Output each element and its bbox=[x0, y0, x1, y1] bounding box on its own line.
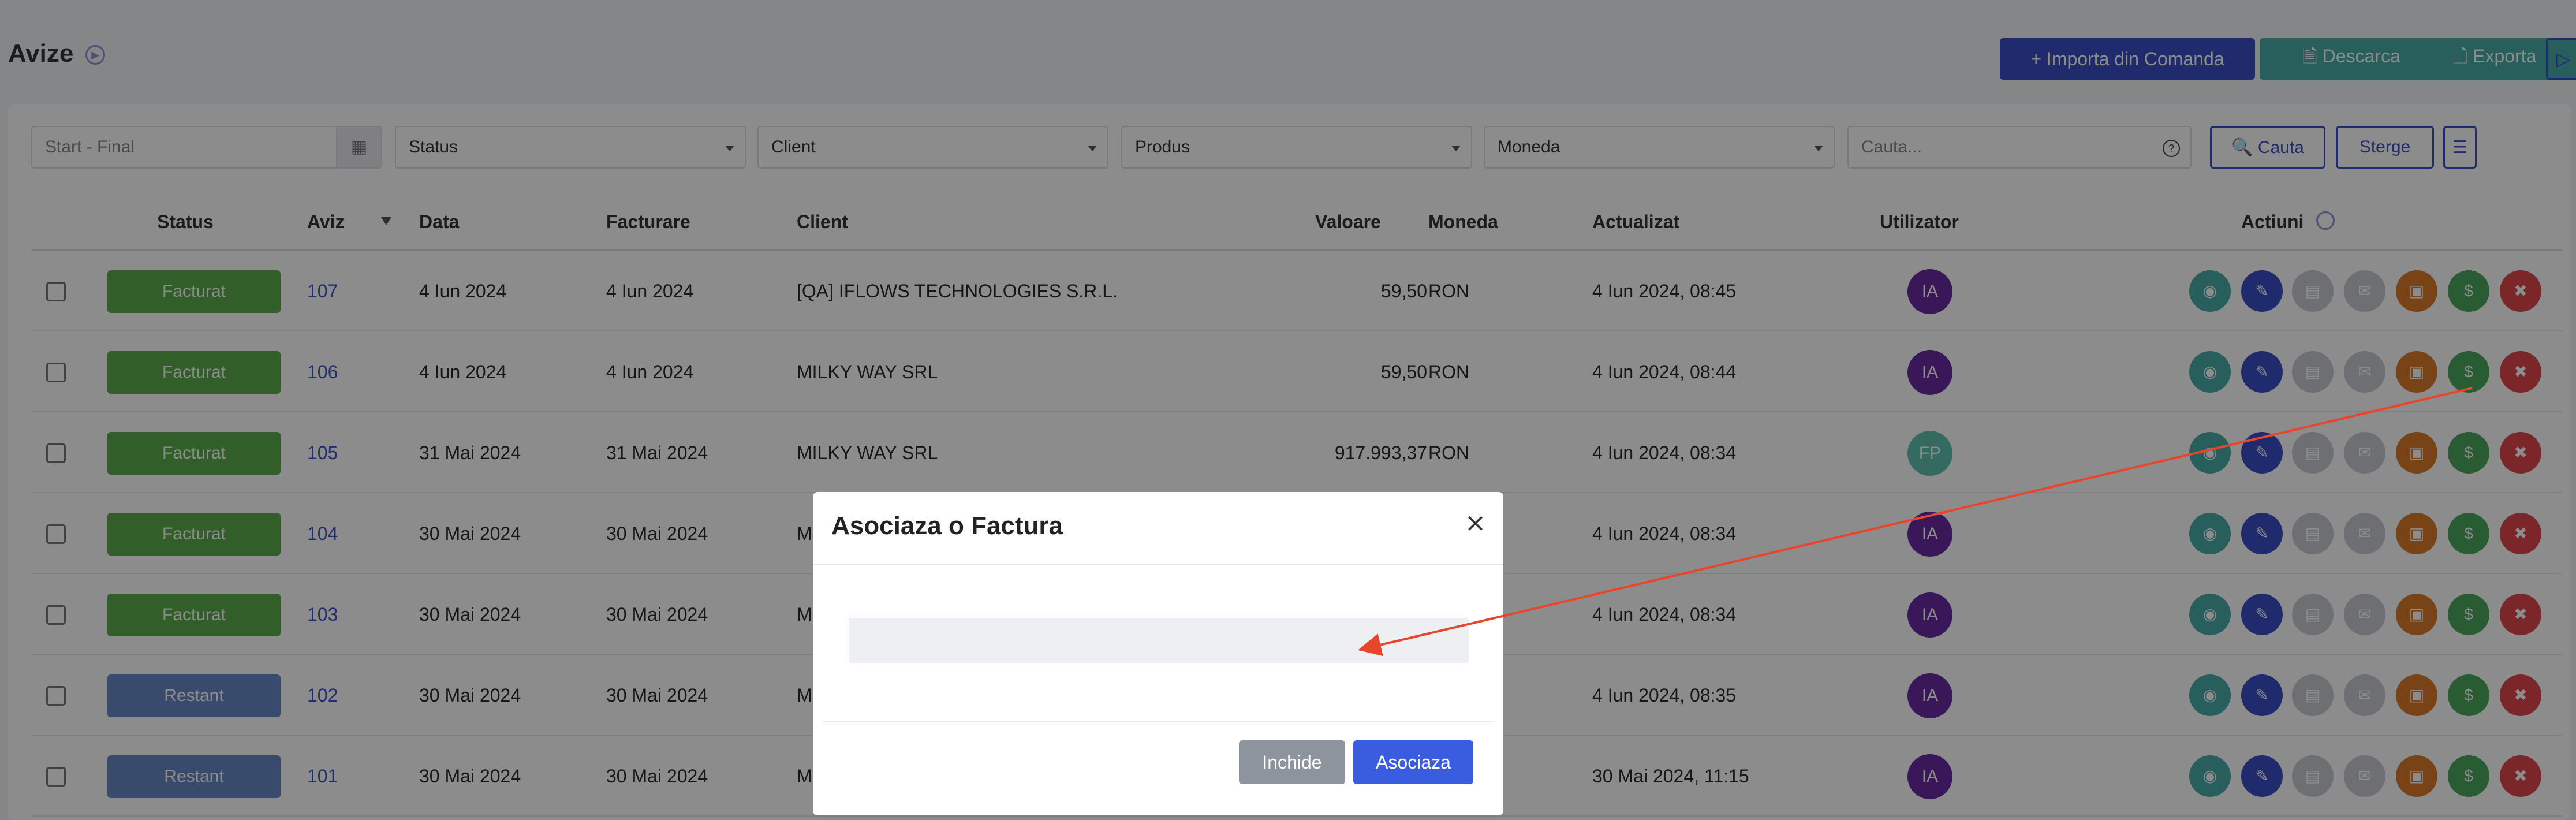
invoice-select-input[interactable] bbox=[849, 618, 1469, 663]
divider bbox=[813, 564, 1503, 565]
associate-button[interactable]: Asociaza bbox=[1353, 740, 1473, 784]
close-icon[interactable]: × bbox=[1465, 508, 1486, 538]
modal-title: Asociaza o Factura bbox=[831, 512, 1063, 540]
associate-invoice-modal: Asociaza o Factura × Inchide Asociaza bbox=[813, 492, 1503, 815]
close-button[interactable]: Inchide bbox=[1239, 740, 1345, 784]
divider bbox=[823, 721, 1493, 722]
